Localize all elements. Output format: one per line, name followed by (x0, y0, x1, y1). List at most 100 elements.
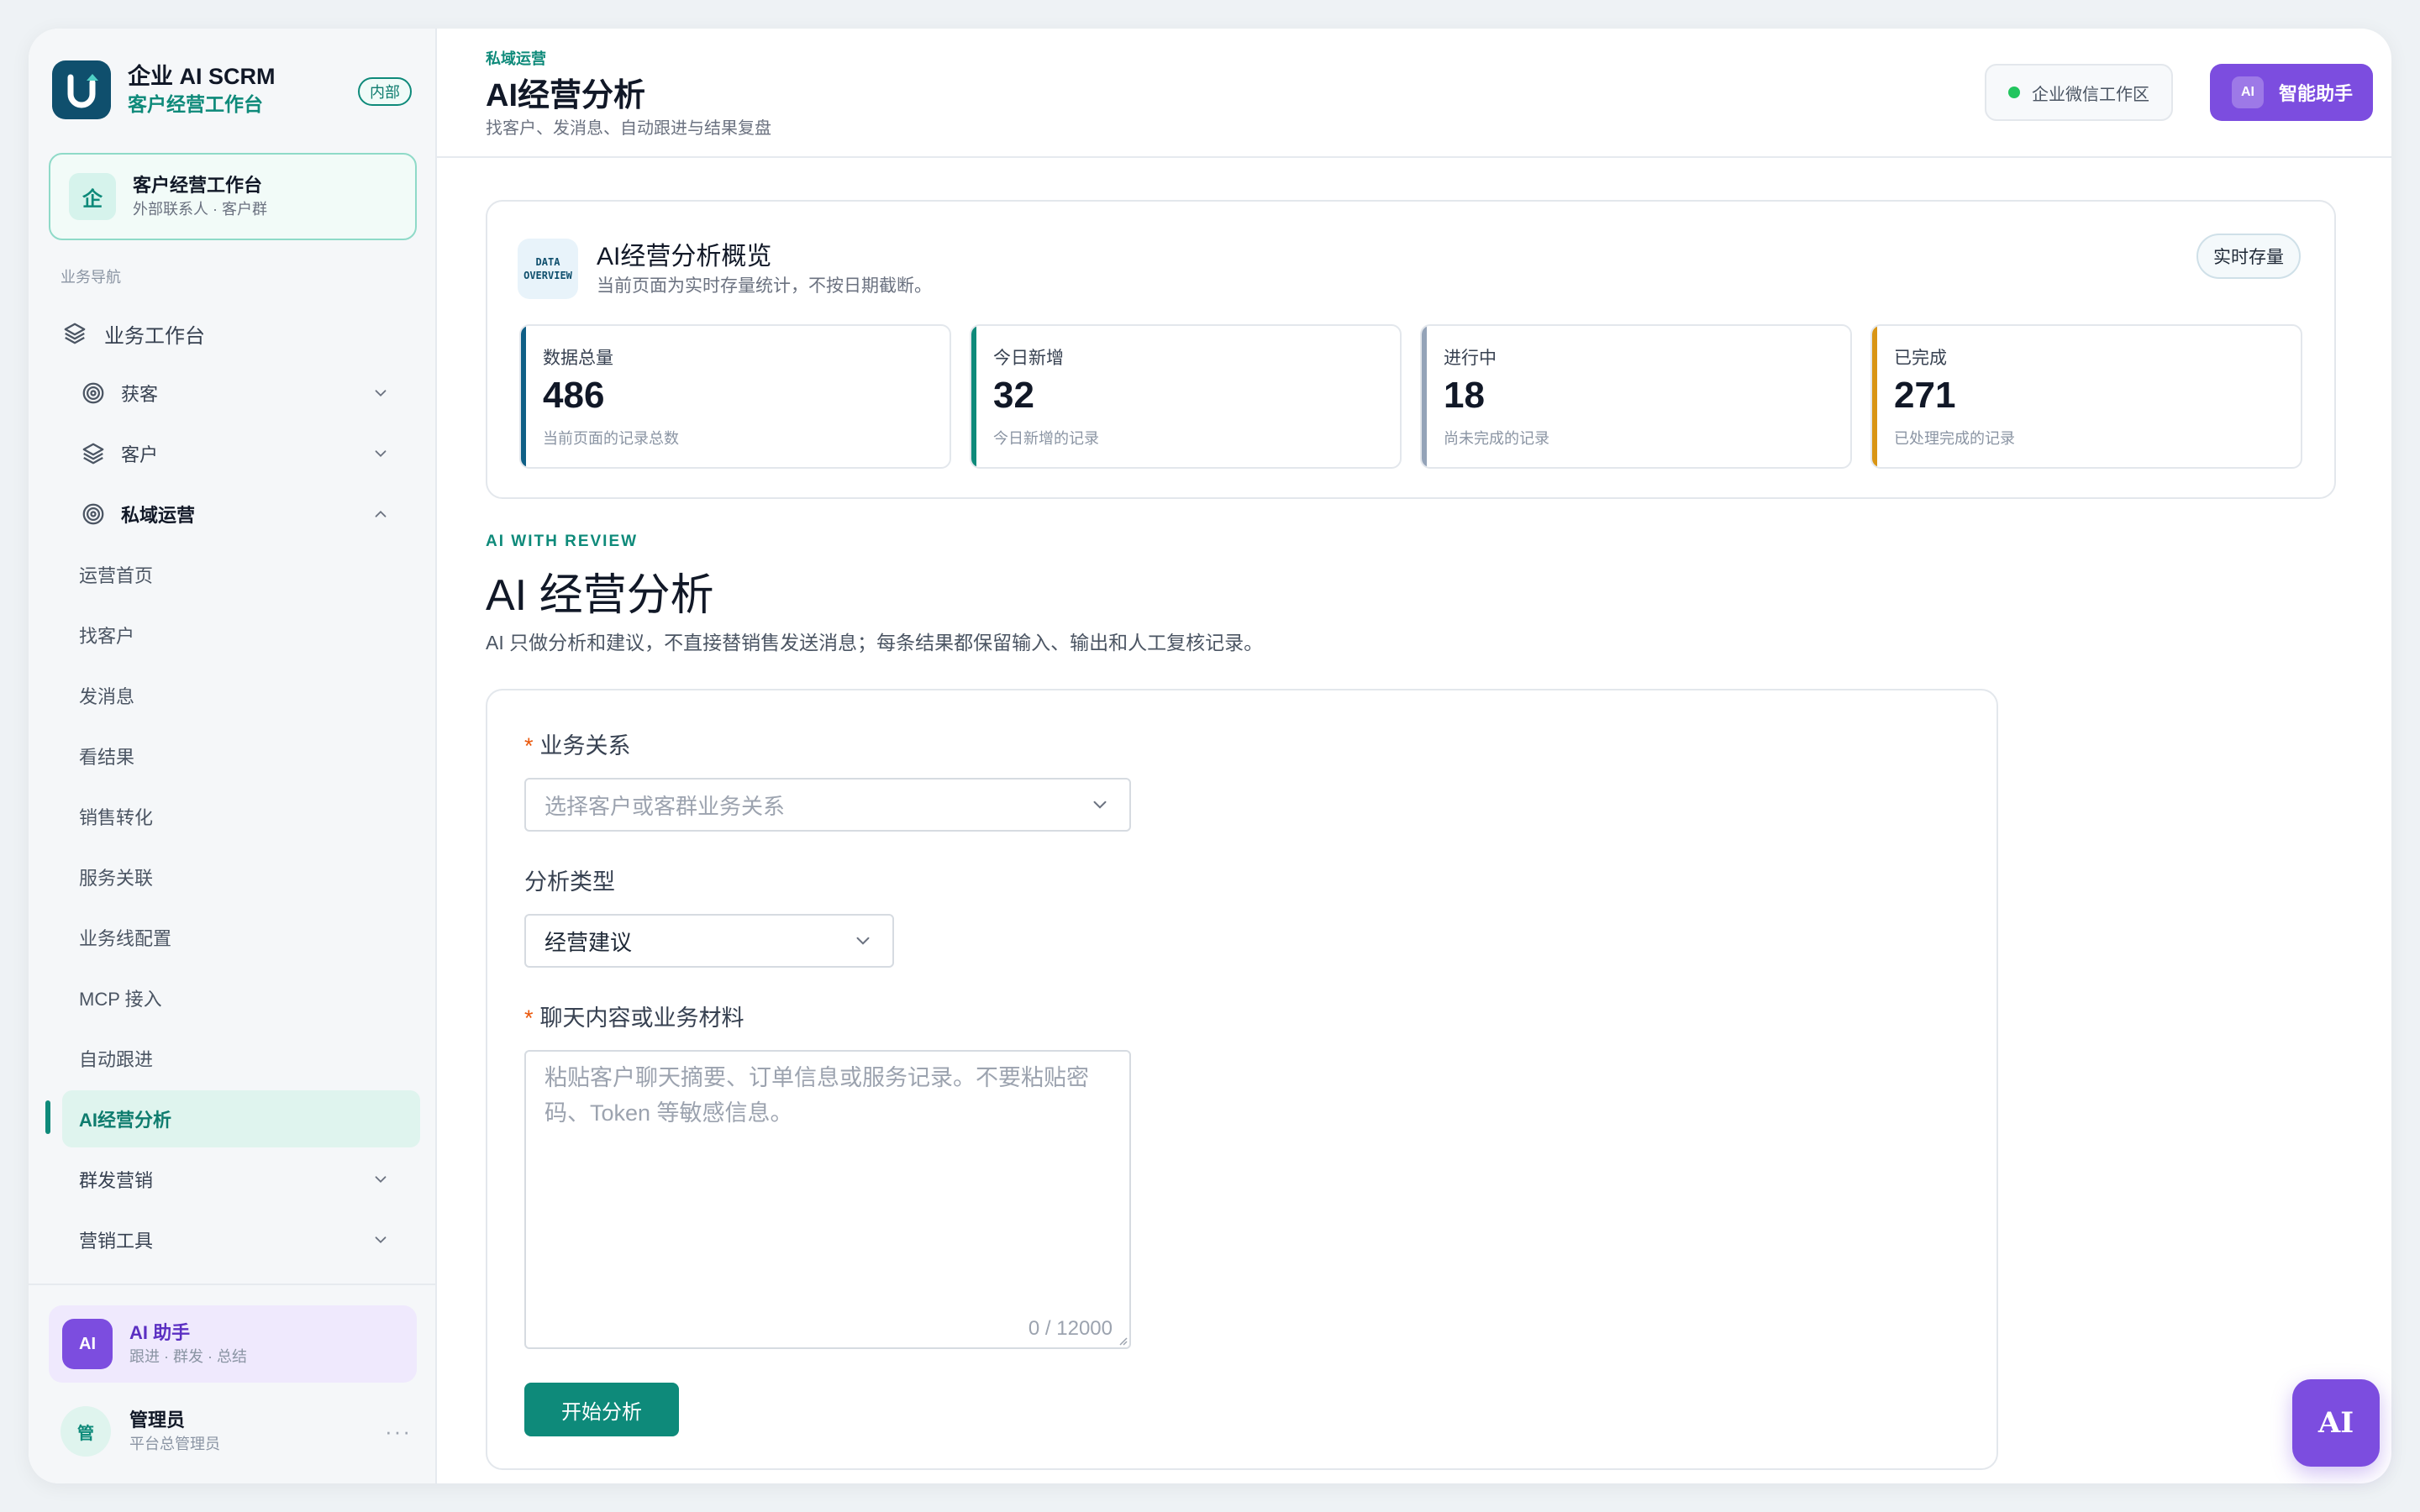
layers-icon (64, 323, 86, 344)
stat-card-total: 数据总量 486 当前页面的记录总数 (519, 324, 951, 469)
section-eyebrow: AI WITH REVIEW (486, 533, 639, 550)
breadcrumb[interactable]: 私域运营 (486, 47, 546, 69)
analysis-type-select[interactable]: 经营建议 (524, 914, 894, 968)
app-window: 企业 AI SCRM 客户经营工作台 内部 企 客户经营工作台 外部联系人 · … (29, 29, 2391, 1483)
content-placeholder: 粘贴客户聊天摘要、订单信息或服务记录。不要粘贴密码、Token 等敏感信息。 (544, 1065, 1089, 1126)
sidebar-item-mcp[interactable]: MCP 接入 (29, 968, 437, 1028)
sidebar-item-sales-conversion[interactable]: 销售转化 (29, 786, 437, 847)
sidebar-group-label: 获客 (121, 384, 159, 405)
brand-title: 企业 AI SCRM (128, 64, 276, 89)
stat-label: 已完成 (1894, 349, 1947, 368)
sidebar-item-view-results[interactable]: 看结果 (29, 726, 437, 786)
sidebar-group-label: 营销工具 (79, 1231, 154, 1252)
sidebar-item-service-link[interactable]: 服务关联 (29, 847, 437, 907)
workspace-chip[interactable]: 企业微信工作区 (1985, 64, 2173, 121)
stat-value: 32 (993, 375, 1034, 416)
stat-desc: 已处理完成的记录 (1894, 430, 2015, 447)
sidebar-item-label: AI经营分析 (79, 1110, 172, 1131)
sidebar-item-workbench[interactable]: 业务工作台 (29, 304, 437, 363)
sidebar-item-business-line-config[interactable]: 业务线配置 (29, 907, 437, 968)
sidebar-footer: AI AI 助手 跟进 · 群发 · 总结 管 管理员 平台总管理员 ··· (29, 1284, 437, 1483)
status-dot-icon (2008, 87, 2020, 98)
logo-icon (52, 60, 111, 119)
target-icon (82, 382, 104, 404)
field-label: 聊天内容或业务材料 (539, 1005, 744, 1031)
section-title: AI 经营分析 (486, 571, 714, 620)
required-mark: * (524, 733, 534, 759)
stat-card-today: 今日新增 32 今日新增的记录 (970, 324, 1402, 469)
stat-desc: 今日新增的记录 (993, 430, 1099, 447)
avatar: 管 (60, 1406, 111, 1457)
overview-subtitle: 当前页面为实时存量统计，不按日期截断。 (597, 276, 932, 296)
sidebar-group-marketing-tools[interactable]: 营销工具 (29, 1210, 437, 1270)
smart-assistant-label: 智能助手 (2279, 83, 2354, 104)
sidebar-item-label: 发消息 (79, 686, 135, 707)
nav-section-label: 业务导航 (60, 269, 121, 286)
more-options-icon[interactable]: ··· (385, 1419, 412, 1445)
stat-label: 今日新增 (993, 349, 1064, 368)
sidebar-item-ops-home[interactable]: 运营首页 (29, 544, 437, 605)
section-subtitle: AI 只做分析和建议，不直接替销售发送消息；每条结果都保留输入、输出和人工复核记… (486, 632, 1264, 654)
sidebar-item-label: 服务关联 (79, 868, 154, 889)
content-textarea[interactable]: 粘贴客户聊天摘要、订单信息或服务记录。不要粘贴密码、Token 等敏感信息。 0… (524, 1050, 1131, 1349)
stat-value: 18 (1444, 375, 1485, 416)
page-subtitle: 找客户、发消息、自动跟进与结果复盘 (486, 119, 771, 138)
chevron-down-icon (856, 937, 870, 945)
stat-card-completed: 已完成 271 已处理完成的记录 (1870, 324, 2302, 469)
user-name: 管理员 (129, 1410, 186, 1431)
stat-accent (521, 326, 526, 467)
realtime-stock-chip[interactable]: 实时存量 (2196, 234, 2301, 279)
page-title: AI经营分析 (486, 78, 646, 113)
content-label: * 聊天内容或业务材料 (524, 1000, 744, 1032)
ai-badge-icon: AI (62, 1319, 113, 1369)
sidebar-item-label: 销售转化 (79, 807, 154, 828)
workspace-title: 客户经营工作台 (133, 175, 263, 196)
sidebar-item-auto-follow[interactable]: 自动跟进 (29, 1028, 437, 1089)
smart-assistant-button[interactable]: AI 智能助手 (2210, 64, 2373, 121)
sidebar-group-label: 私域运营 (121, 505, 196, 526)
sidebar-group-private-ops[interactable]: 私域运营 (29, 484, 437, 544)
required-mark: * (524, 1005, 534, 1031)
sidebar-group-customer[interactable]: 客户 (29, 423, 437, 484)
chevron-down-icon (375, 390, 387, 397)
relation-label: * 业务关系 (524, 727, 631, 760)
stat-accent (1872, 326, 1877, 467)
brand[interactable]: 企业 AI SCRM 客户经营工作台 (52, 60, 276, 119)
chevron-down-icon (375, 1236, 387, 1244)
chevron-down-icon (375, 1176, 387, 1184)
sidebar-group-label: 群发营销 (79, 1170, 154, 1191)
char-counter: 0 / 12000 (1028, 1317, 1113, 1340)
sidebar-group-label: 客户 (121, 444, 159, 465)
stat-desc: 尚未完成的记录 (1444, 430, 1549, 447)
user-profile[interactable]: 管 管理员 平台总管理员 ··· (60, 1398, 430, 1465)
chevron-down-icon (1093, 801, 1107, 809)
stat-value: 486 (543, 375, 605, 416)
icon-text: DATA (535, 256, 560, 268)
analysis-form: * 业务关系 选择客户或客群业务关系 分析类型 经营建议 * 聊天内容或业务材料 粘… (486, 689, 1998, 1470)
sidebar-group-acquire[interactable]: 获客 (29, 363, 437, 423)
ai-assistant-card[interactable]: AI AI 助手 跟进 · 群发 · 总结 (49, 1305, 417, 1383)
stat-accent (971, 326, 976, 467)
relation-select[interactable]: 选择客户或客群业务关系 (524, 778, 1131, 832)
page-header: 私域运营 AI经营分析 找客户、发消息、自动跟进与结果复盘 企业微信工作区 AI… (437, 29, 2391, 158)
start-analysis-button[interactable]: 开始分析 (524, 1383, 679, 1436)
ai-assistant-subtitle: 跟进 · 群发 · 总结 (129, 1348, 247, 1365)
resize-handle-icon[interactable] (1116, 1334, 1128, 1346)
sidebar-item-label: 自动跟进 (79, 1049, 154, 1070)
workspace-icon: 企 (69, 173, 116, 220)
workspace-subtitle: 外部联系人 · 客户群 (133, 201, 267, 218)
ai-badge-icon: AI (2232, 76, 2264, 108)
icon-text: OVERVIEW (523, 270, 572, 281)
sidebar-item-label: 业务线配置 (79, 928, 172, 949)
sidebar-item-send-message[interactable]: 发消息 (29, 665, 437, 726)
sidebar-item-find-customers[interactable]: 找客户 (29, 605, 437, 665)
workspace-switcher[interactable]: 企 客户经营工作台 外部联系人 · 客户群 (49, 153, 417, 240)
ai-assistant-title: AI 助手 (129, 1322, 191, 1343)
sidebar-item-ai-analysis[interactable]: AI经营分析 (29, 1089, 437, 1149)
layers-icon (82, 443, 104, 465)
sidebar-group-broadcast[interactable]: 群发营销 (29, 1149, 437, 1210)
target-icon (82, 503, 104, 525)
sidebar-item-label: 找客户 (79, 626, 135, 647)
ai-floating-button[interactable]: AI (2292, 1379, 2380, 1467)
user-role: 平台总管理员 (129, 1436, 220, 1452)
